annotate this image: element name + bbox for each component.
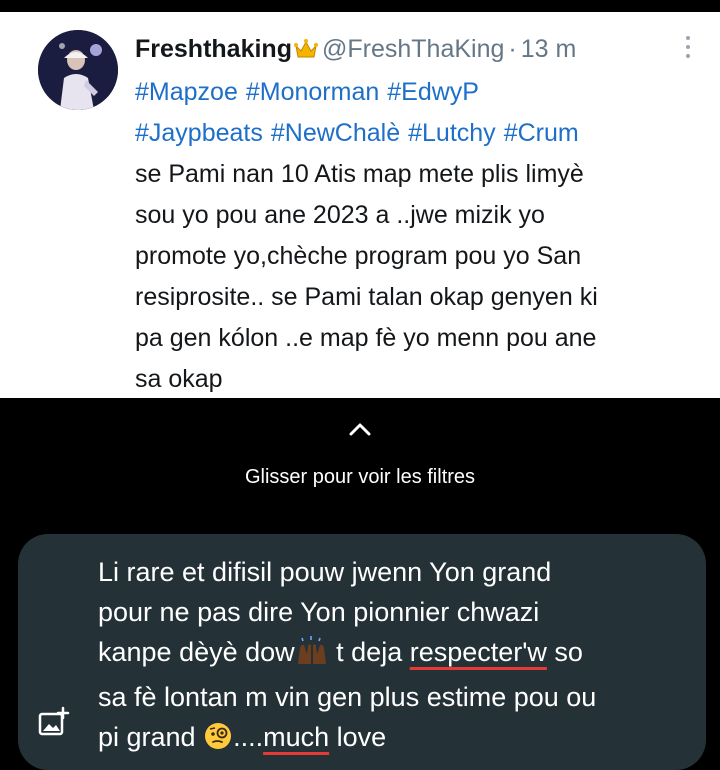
tweet-body-line: se Pami nan 10 Atis map mete plis limyè <box>135 160 584 188</box>
caption-text[interactable]: Li rare et difisil pouw jwenn Yon grand … <box>98 552 698 762</box>
hashtag: #EdwyP <box>387 78 479 106</box>
display-name: Freshthaking <box>135 35 292 63</box>
chevron-up-icon[interactable] <box>347 420 373 438</box>
hashtags-line-1: #Mapzoe #Monorman #EdwyP <box>135 72 695 113</box>
misspelled-word[interactable]: respecter'w <box>410 637 547 667</box>
caption-segment: pi grand <box>98 722 204 752</box>
tweet-header: Freshthaking @FreshThaKing · 13 m <box>135 32 695 66</box>
caption-input[interactable]: Li rare et difisil pouw jwenn Yon grand … <box>18 534 706 770</box>
tweet-text: #Mapzoe #Monorman #EdwyP #Jaypbeats #NewCha… <box>135 72 695 400</box>
caption-segment: .... <box>233 722 264 752</box>
tweet-body-line: resiprosite.. se Pami talan okap genyen … <box>135 283 598 311</box>
crown-emoji-icon <box>293 35 318 69</box>
misspelled-word[interactable]: much <box>263 722 329 752</box>
caption-segment: love <box>329 722 387 752</box>
hashtag: #Jaypbeats <box>135 119 263 147</box>
handle: @FreshThaKing <box>321 35 505 63</box>
caption-line: sa fè lontan m vin gen plus estime pou o… <box>98 682 597 712</box>
caption-line: pour ne pas dire Yon pionnier chwazi <box>98 597 540 627</box>
tweet-body-line: pa gen kólon ..e map fè yo menn pou ane <box>135 324 597 352</box>
caption-segment: so <box>546 637 583 667</box>
separator: · <box>508 35 517 63</box>
caption-line: pi grand ....much love <box>98 717 698 762</box>
caption-line: Li rare et difisil pouw jwenn Yon grand <box>98 557 552 587</box>
hashtag: #Monorman <box>245 78 380 106</box>
hashtags-line-2: #Jaypbeats #NewChalè #Lutchy #Crum <box>135 113 695 154</box>
swipe-filters-hint: Glisser pour voir les filtres <box>244 466 476 488</box>
add-photo-icon[interactable] <box>38 706 70 738</box>
hashtag: #Lutchy <box>408 119 496 147</box>
tweet-body-line: promote yo,chèche program pou yo San <box>135 242 582 270</box>
hashtag: #Mapzoe <box>135 78 238 106</box>
more-vertical-icon <box>682 32 694 62</box>
caption-segment: kanpe dèyè dow <box>98 637 295 667</box>
avatar <box>38 30 118 110</box>
tweet-body-line: sa okap <box>135 365 223 393</box>
caption-segment: t deja <box>328 637 410 667</box>
tweet-screenshot: Freshthaking @FreshThaKing · 13 m #Mapzoe #M… <box>0 12 720 398</box>
timestamp: 13 m <box>520 35 577 63</box>
hashtag: #Crum <box>503 119 579 147</box>
hashtag: #NewChalè <box>270 119 401 147</box>
caption-line: kanpe dèyè dow t deja respecter'w so <box>98 632 698 677</box>
tweet-body-line: sou yo pou ane 2023 a ..jwe mizik yo <box>135 201 545 229</box>
face-with-monocle-emoji-icon <box>203 721 233 762</box>
raised-hands-emoji-icon <box>295 636 329 677</box>
